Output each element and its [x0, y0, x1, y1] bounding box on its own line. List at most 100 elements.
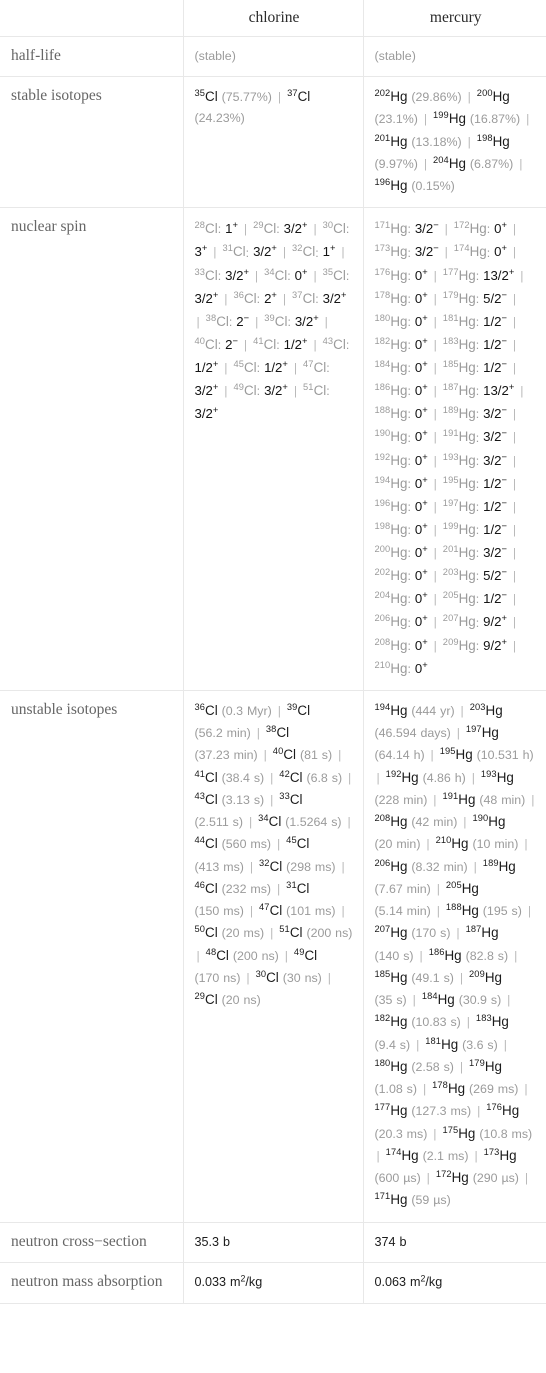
nuclear-spin-value: 2−: [225, 335, 238, 352]
value-separator: |: [426, 837, 430, 852]
nuclear-spin-value: 3/2+: [322, 288, 347, 306]
isotope-symbol: 204Hg: [433, 155, 466, 171]
isotope-abundance-or-halflife: (0.3 Myr): [221, 703, 272, 718]
mass-number: 198: [476, 132, 493, 143]
isotope-symbol: 190Hg: [374, 428, 408, 445]
nuclear-spin-value: 0+: [414, 404, 428, 422]
header-row: chlorine mercury: [0, 0, 546, 38]
value-separator: |: [284, 948, 288, 963]
spin-colon: :: [475, 430, 480, 445]
value-separator: |: [196, 314, 200, 329]
value-separator: |: [512, 638, 517, 653]
isotope-symbol: 185Hg: [374, 969, 408, 985]
isotope-symbol: 29Cl: [253, 220, 277, 237]
isotope-symbol: 51Cl: [279, 924, 303, 941]
nuclear-spin-value: 3/2+: [194, 381, 219, 399]
row-label: unstable isotopes: [0, 689, 184, 1223]
value-separator: |: [341, 245, 345, 260]
isotope-symbol: 207Hg: [374, 924, 408, 941]
mass-number: 181: [425, 1035, 442, 1046]
spin-colon: :: [276, 222, 280, 237]
mass-number: 177: [374, 1102, 391, 1113]
parity-sign: −: [433, 219, 439, 231]
isotope-symbol: 43Cl: [322, 336, 346, 352]
isotope-symbol: 51Cl: [303, 382, 327, 399]
isotope-abundance-or-halflife: (10.83 s): [411, 1015, 461, 1030]
isotope-symbol: 182Hg: [374, 336, 408, 352]
value-separator: |: [224, 384, 228, 399]
value-separator: |: [514, 948, 518, 963]
mass-number: 210: [435, 835, 452, 846]
isotope-symbol: 193Hg: [442, 451, 476, 468]
mass-number: 51: [279, 924, 290, 935]
isotope-symbol: 197Hg: [465, 724, 499, 741]
mass-number: 192: [374, 451, 391, 462]
isotope-symbol: 174Hg: [453, 243, 487, 260]
mass-number: 49: [233, 382, 244, 393]
mass-number: 193: [480, 768, 497, 779]
mass-number: 43: [194, 791, 206, 802]
spin-colon: :: [407, 361, 411, 376]
isotope-symbol: 186Hg: [428, 946, 462, 963]
parity-sign: −: [501, 288, 507, 300]
isotope-symbol: 41Cl: [253, 336, 277, 352]
mass-number: 206: [374, 857, 391, 868]
nuclear-spin-value: 0+: [414, 543, 428, 561]
mass-number: 193: [442, 451, 459, 462]
isotope-symbol: 198Hg: [374, 521, 408, 537]
spin-colon: :: [475, 337, 480, 352]
parity-sign: +: [422, 589, 428, 601]
mass-number: 178: [432, 1080, 448, 1091]
mass-number: 47: [259, 902, 270, 913]
mass-number: 40: [272, 746, 284, 757]
nuclear-spin-value: 0+: [414, 566, 428, 584]
parity-sign: +: [422, 635, 428, 647]
isotope-symbol: 201Hg: [374, 132, 408, 149]
cell-chlorine: (stable): [183, 36, 364, 78]
mass-number: 189: [482, 857, 499, 868]
value-separator: |: [512, 291, 517, 306]
isotope-abundance-or-halflife: (2.1 ms): [422, 1148, 469, 1163]
mass-number: 205: [445, 880, 462, 891]
cell-mercury: 202Hg (29.86%) | 200Hg (23.1%) | 199Hg (…: [363, 76, 546, 209]
value-separator: |: [348, 770, 352, 785]
isotope-abundance-or-halflife: (59 µs): [411, 1193, 451, 1208]
isotope-symbol: 204Hg: [374, 590, 408, 607]
isotope-abundance-or-halflife: (140 s): [374, 948, 414, 963]
mass-number: 43: [322, 336, 334, 347]
isotope-symbol: 47Cl: [259, 902, 283, 919]
mass-number: 191: [442, 791, 459, 802]
isotope-symbol: 209Hg: [442, 636, 476, 653]
isotope-symbol: 207Hg: [442, 613, 476, 630]
value-separator: |: [338, 748, 342, 763]
isotope-symbol: 34Cl: [258, 813, 282, 830]
mass-number: 203: [469, 702, 486, 713]
isotope-symbol: 187Hg: [465, 924, 499, 941]
isotope-symbol: 45Cl: [233, 359, 257, 376]
row-label: stable isotopes: [0, 76, 184, 209]
mass-number: 190: [374, 428, 391, 439]
isotope-symbol: 183Hg: [475, 1013, 509, 1030]
nuclear-spin-value: 0+: [414, 612, 428, 630]
nuclear-spin-value: 0+: [414, 358, 428, 376]
isotope-symbol: 195Hg: [439, 746, 473, 763]
spin-colon: :: [345, 222, 350, 237]
mass-number: 204: [374, 590, 391, 601]
spin-colon: :: [475, 384, 480, 399]
isotope-symbol: 195Hg: [442, 474, 476, 491]
isotope-symbol: 47Cl: [303, 359, 327, 376]
value-separator: |: [282, 291, 287, 306]
isotope-symbol: 183Hg: [442, 336, 476, 352]
spin-colon: :: [407, 476, 411, 491]
spin-colon: :: [475, 453, 480, 468]
mass-number: 171: [374, 220, 391, 231]
mass-number: 205: [442, 590, 459, 601]
cell-chlorine: 0.033 m2/kg: [183, 1262, 364, 1304]
value-separator: |: [436, 881, 440, 896]
isotope-abundance-or-halflife: (29.86%): [411, 90, 462, 105]
isotope-symbol: 206Hg: [374, 613, 408, 630]
isotope-abundance-or-halflife: (4.86 h): [422, 770, 466, 785]
isotope-symbol: 184Hg: [374, 359, 408, 376]
nuclear-spin-value: 0+: [414, 496, 428, 514]
nuclear-spin-value: 2−: [236, 311, 250, 329]
